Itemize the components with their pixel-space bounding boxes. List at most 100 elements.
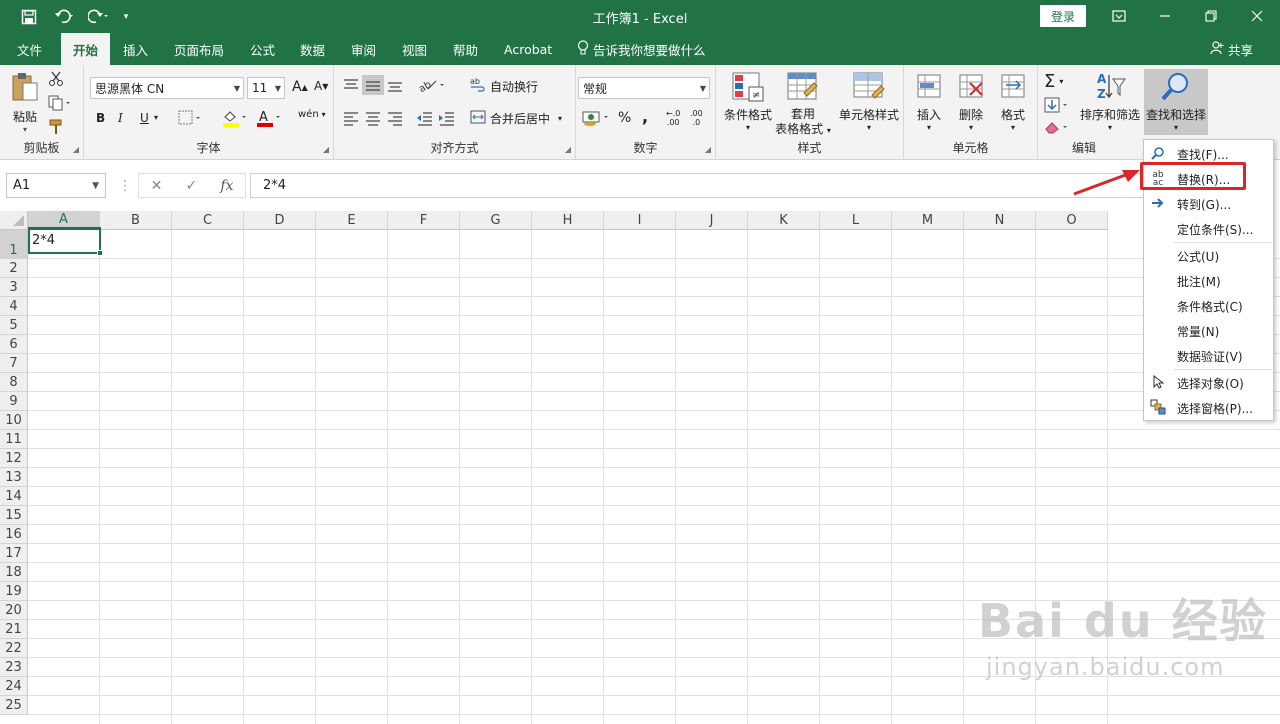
orientation-icon[interactable]: ab [418, 77, 448, 93]
dialog-launcher-icon[interactable]: ◢ [705, 145, 711, 154]
column-header-j[interactable]: J [676, 211, 748, 230]
align-center-icon[interactable] [364, 110, 382, 126]
insert-function-button[interactable]: fx [220, 178, 233, 194]
enter-icon[interactable]: ✓ [185, 178, 197, 194]
font-color-icon[interactable]: A [256, 109, 284, 127]
merge-center-button[interactable]: 合并后居中 ▾ [470, 109, 562, 128]
row-header-23[interactable]: 23 [0, 658, 28, 677]
row-header-17[interactable]: 17 [0, 544, 28, 563]
row-header-4[interactable]: 4 [0, 297, 28, 316]
minimize-icon[interactable] [1150, 4, 1180, 28]
decrease-indent-icon[interactable] [416, 110, 434, 126]
row-header-5[interactable]: 5 [0, 316, 28, 335]
row-header-14[interactable]: 14 [0, 487, 28, 506]
italic-button[interactable]: I [118, 111, 123, 125]
font-name-select[interactable]: 思源黑体 CN ▼ [90, 77, 244, 99]
column-header-o[interactable]: O [1036, 211, 1108, 230]
align-left-icon[interactable] [342, 110, 360, 126]
conditional-format-button[interactable]: ≠ 条件格式 ▾ [720, 71, 776, 132]
clear-icon[interactable] [1044, 119, 1070, 135]
restore-icon[interactable] [1196, 4, 1226, 28]
autosum-icon[interactable]: Σ ▾ [1044, 71, 1063, 92]
column-header-g[interactable]: G [460, 211, 532, 230]
cancel-icon[interactable]: ✕ [151, 178, 163, 194]
tab-help[interactable]: 帮助 [453, 33, 478, 65]
tell-me-search[interactable]: 告诉我你想要做什么 [577, 33, 706, 65]
row-header-24[interactable]: 24 [0, 677, 28, 696]
sort-filter-button[interactable]: AZ 排序和筛选 ▾ [1078, 71, 1142, 132]
column-header-d[interactable]: D [244, 211, 316, 230]
number-format-select[interactable]: 常规 ▼ [578, 77, 710, 99]
row-header-18[interactable]: 18 [0, 563, 28, 582]
row-header-3[interactable]: 3 [0, 278, 28, 297]
menu-item-conditional-format[interactable]: 条件格式(C) [1144, 294, 1273, 318]
borders-icon[interactable] [178, 110, 204, 126]
column-header-c[interactable]: C [172, 211, 244, 230]
accounting-format-icon[interactable] [582, 109, 612, 127]
menu-item-formulas[interactable]: 公式(U) [1144, 244, 1273, 268]
row-header-10[interactable]: 10 [0, 411, 28, 430]
ribbon-display-icon[interactable] [1104, 4, 1134, 28]
shrink-font-button[interactable]: A ▼ [314, 79, 328, 93]
column-header-h[interactable]: H [532, 211, 604, 230]
row-header-12[interactable]: 12 [0, 449, 28, 468]
tab-review[interactable]: 审阅 [351, 33, 376, 65]
column-header-n[interactable]: N [964, 211, 1036, 230]
column-header-l[interactable]: L [820, 211, 892, 230]
row-header-9[interactable]: 9 [0, 392, 28, 411]
row-header-20[interactable]: 20 [0, 601, 28, 620]
row-header-6[interactable]: 6 [0, 335, 28, 354]
font-size-select[interactable]: 11 ▼ [247, 77, 285, 99]
name-box[interactable]: A1 ▼ [6, 173, 106, 198]
tab-formulas[interactable]: 公式 [250, 33, 275, 65]
share-button[interactable]: 共享 [1210, 33, 1253, 65]
grow-font-button[interactable]: A ▲ [292, 79, 308, 95]
format-painter-icon[interactable] [48, 119, 64, 135]
select-all-corner[interactable] [0, 211, 28, 230]
phonetic-button[interactable]: wén ▾ [298, 109, 326, 120]
insert-cells-button[interactable]: 插入 ▾ [910, 71, 948, 132]
menu-item-goto-special[interactable]: 定位条件(S)... [1144, 217, 1273, 241]
row-header-7[interactable]: 7 [0, 354, 28, 373]
close-icon[interactable] [1242, 4, 1272, 28]
row-header-13[interactable]: 13 [0, 468, 28, 487]
column-header-f[interactable]: F [388, 211, 460, 230]
tab-view[interactable]: 视图 [402, 33, 427, 65]
percent-button[interactable]: % [618, 110, 631, 126]
underline-button[interactable]: U [140, 111, 149, 125]
fill-icon[interactable] [1044, 97, 1070, 113]
tab-file[interactable]: 文件 [17, 33, 42, 65]
format-cells-button[interactable]: 格式 ▾ [994, 71, 1032, 132]
tab-data[interactable]: 数据 [300, 33, 325, 65]
copy-icon[interactable] [48, 95, 72, 111]
decrease-decimal-button[interactable]: .00.0 [690, 109, 703, 127]
cell-styles-button[interactable]: 单元格样式 ▾ [836, 71, 902, 132]
row-header-19[interactable]: 19 [0, 582, 28, 601]
delete-cells-button[interactable]: 删除 ▾ [952, 71, 990, 132]
tab-page-layout[interactable]: 页面布局 [174, 33, 224, 65]
fill-handle[interactable] [97, 250, 103, 256]
column-header-e[interactable]: E [316, 211, 388, 230]
row-header-15[interactable]: 15 [0, 506, 28, 525]
tab-acrobat[interactable]: Acrobat [504, 33, 552, 65]
column-header-m[interactable]: M [892, 211, 964, 230]
increase-indent-icon[interactable] [438, 110, 456, 126]
column-header-i[interactable]: I [604, 211, 676, 230]
tab-home[interactable]: 开始 [61, 33, 111, 65]
dialog-launcher-icon[interactable]: ◢ [323, 145, 329, 154]
column-header-b[interactable]: B [100, 211, 172, 230]
align-top-icon[interactable] [342, 77, 360, 93]
row-header-16[interactable]: 16 [0, 525, 28, 544]
align-middle-icon[interactable] [362, 75, 384, 95]
menu-item-goto[interactable]: 转到(G)... [1144, 192, 1273, 216]
column-header-k[interactable]: K [748, 211, 820, 230]
login-button[interactable]: 登录 [1040, 5, 1086, 27]
menu-item-comments[interactable]: 批注(M) [1144, 269, 1273, 293]
paste-button[interactable]: 粘贴 ▾ [8, 71, 42, 134]
menu-item-select-objects[interactable]: 选择对象(O) [1144, 371, 1273, 395]
increase-decimal-button[interactable]: ←.0.00 [666, 109, 680, 127]
menu-item-selection-pane[interactable]: 选择窗格(P)... [1144, 396, 1273, 420]
chevron-down-icon[interactable]: ▾ [154, 113, 158, 122]
row-header-11[interactable]: 11 [0, 430, 28, 449]
comma-button[interactable]: , [642, 107, 648, 126]
